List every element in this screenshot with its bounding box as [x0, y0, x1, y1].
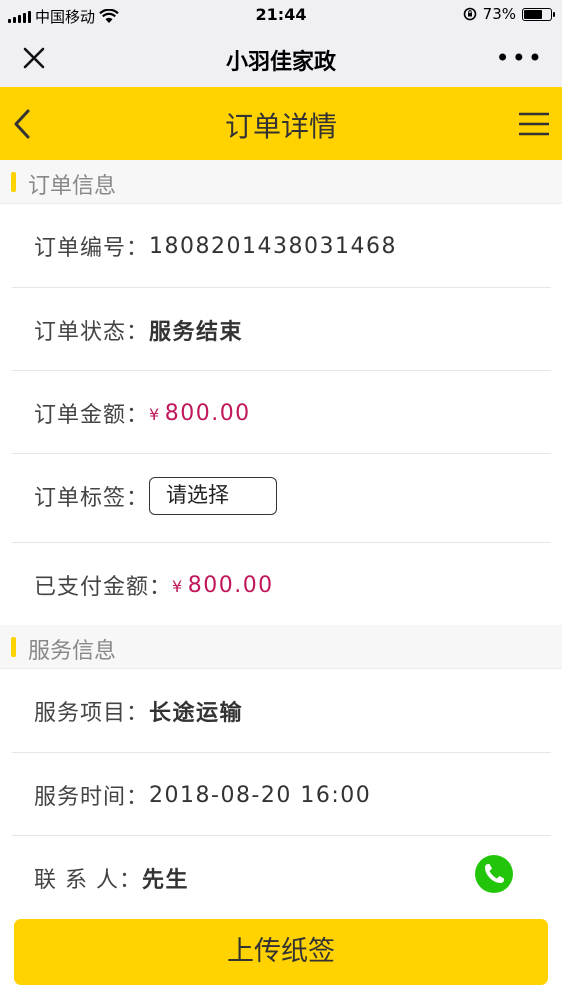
- order-amount-value: 800.00: [164, 400, 251, 426]
- order-tag-select[interactable]: 请选择: [149, 477, 278, 515]
- order-amount: ¥800.00: [149, 401, 251, 426]
- currency-symbol: ¥: [149, 404, 161, 424]
- order-number-value: 1808201438031468: [149, 233, 397, 259]
- wechat-title: 小羽佳家政: [225, 50, 336, 75]
- contact-row: 联 系 人： 先生: [12, 836, 551, 910]
- phone-icon: [485, 864, 504, 883]
- battery-fill: [524, 9, 542, 19]
- order-amount-row: 订单金额： ¥800.00: [12, 371, 551, 454]
- order-tag-row: 订单标签： 请选择: [12, 454, 551, 543]
- section-marker: [11, 172, 16, 192]
- status-bar: 中国移动 21:44 73%: [0, 0, 562, 30]
- service-item-row: 服务项目： 长途运输: [12, 669, 551, 753]
- phone-call-button[interactable]: [475, 855, 513, 893]
- upload-paper-sign-button[interactable]: 上传纸签: [14, 919, 548, 985]
- paid-amount-label: 已支付金额：: [34, 575, 173, 600]
- order-section-header: 订单信息: [0, 160, 562, 204]
- service-item-value: 长途运输: [149, 701, 244, 726]
- wechat-header: 小羽佳家政 •••: [0, 30, 562, 87]
- order-number-label: 订单编号：: [34, 236, 150, 261]
- service-item-label: 服务项目：: [34, 701, 150, 726]
- order-section-title: 订单信息: [28, 174, 117, 199]
- section-marker: [11, 637, 16, 657]
- service-section-title: 服务信息: [28, 639, 117, 664]
- currency-symbol: ¥: [172, 576, 184, 596]
- page-title: 订单详情: [224, 110, 337, 143]
- more-icon[interactable]: •••: [496, 46, 544, 70]
- battery-icon: [522, 7, 555, 21]
- contact-label: 联 系 人：: [34, 868, 142, 893]
- app-header: 订单详情: [0, 87, 562, 160]
- service-time-value: 2018-08-20 16:00: [149, 782, 372, 808]
- service-time-label: 服务时间：: [34, 785, 150, 810]
- service-time-row: 服务时间： 2018-08-20 16:00: [12, 753, 551, 836]
- order-status-label: 订单状态：: [34, 320, 150, 345]
- paid-amount-value: 800.00: [187, 572, 274, 598]
- paid-amount: ¥800.00: [172, 573, 274, 598]
- order-status-value: 服务结束: [149, 320, 244, 345]
- order-number-row: 订单编号： 1808201438031468: [12, 204, 551, 288]
- menu-icon[interactable]: [518, 111, 550, 137]
- orientation-lock-icon: [463, 7, 476, 21]
- battery-percent: 73%: [482, 5, 516, 23]
- order-status-row: 订单状态： 服务结束: [12, 288, 551, 371]
- contact-value: 先生: [142, 868, 190, 893]
- status-right: 73%: [463, 5, 555, 23]
- order-amount-label: 订单金额：: [34, 403, 150, 428]
- paid-amount-row: 已支付金额： ¥800.00: [12, 543, 551, 625]
- order-tag-label: 订单标签：: [34, 486, 150, 511]
- service-section-header: 服务信息: [0, 625, 562, 669]
